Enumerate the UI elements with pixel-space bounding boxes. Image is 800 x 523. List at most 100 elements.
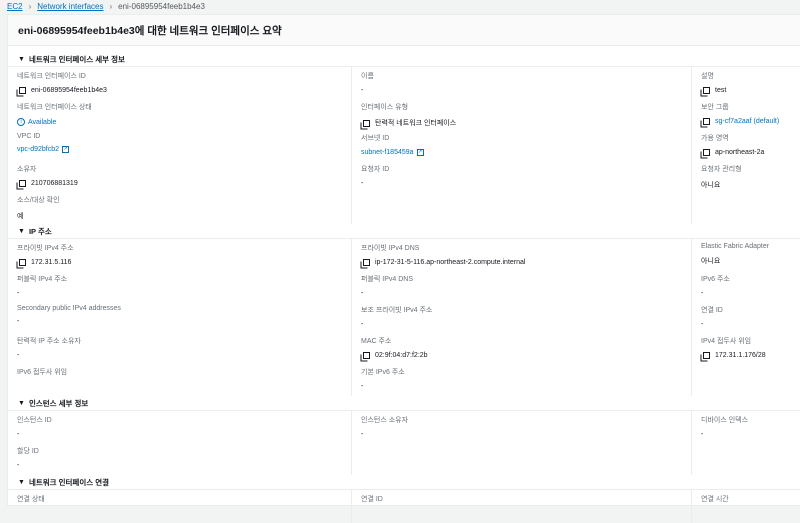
- section-header[interactable]: ▼ 네트워크 인터페이스 세부 정보: [8, 52, 800, 67]
- copy-icon[interactable]: [703, 87, 710, 94]
- field-value: ap-northeast-2a: [701, 149, 800, 156]
- field-value: 예: [17, 211, 351, 221]
- breadcrumb-ec2[interactable]: EC2: [7, 2, 23, 11]
- field-value-text: -: [361, 383, 364, 390]
- field: 보안 그룹 sg-cf7a2aaf (default): [701, 98, 800, 129]
- field: 인스턴스 ID -: [17, 411, 351, 442]
- field-label: 프라이빗 IPv4 주소: [17, 245, 74, 252]
- field-value-text: 172.31.5.116: [31, 259, 72, 266]
- field: 프라이빗 IPv4 DNS ip-172-31-5-116.ap-northeas…: [361, 239, 691, 270]
- field-column: 설명 test 보안 그룹 sg-cf7a2aaf (default) 가용 영역 ap-…: [692, 67, 800, 224]
- copy-icon[interactable]: [703, 118, 710, 125]
- field-link[interactable]: sg-cf7a2aaf (default): [715, 118, 779, 125]
- field-value-text: -: [17, 318, 20, 325]
- field-value: 210706881319: [17, 180, 351, 187]
- field-value-text: 예: [17, 213, 24, 220]
- copy-icon[interactable]: [703, 149, 710, 156]
- section-title: 인스턴스 세부 정보: [28, 398, 89, 408]
- field-value-text: eni-06895954feeb1b4e3: [31, 87, 107, 94]
- external-link-icon[interactable]: ↗: [62, 146, 70, 153]
- field-value: -: [701, 321, 800, 328]
- field-value: test: [701, 87, 800, 94]
- field-value: -: [361, 290, 691, 297]
- field-value: 172.31.5.116: [17, 259, 351, 266]
- field-value: -: [17, 318, 351, 325]
- field-value-text: 02:9f:04:d7:f2:2b: [375, 352, 428, 359]
- copy-icon[interactable]: [363, 352, 370, 359]
- field-value: subnet-f185459a ↗: [361, 149, 691, 156]
- field-label: 퍼블릭 IPv4 DNS: [361, 276, 413, 283]
- status-info-icon: i: [17, 118, 25, 126]
- field-column: 이름 - 인터페이스 유형 탄력적 네트워크 인터페이스서브넷 ID subnet-f1…: [352, 67, 692, 224]
- field: 보조 프라이빗 IPv4 주소 -: [361, 301, 691, 332]
- field: 설명 test: [701, 67, 800, 98]
- field: 연결 시간: [701, 490, 800, 521]
- field-value-text: 아니요: [701, 182, 721, 189]
- caret-down-icon[interactable]: ▼: [18, 400, 25, 407]
- field-value: 아니요: [701, 256, 800, 266]
- field-column: Elastic Fabric Adapter 아니요 IPv6 주소 - 연결 ID - I…: [692, 239, 800, 396]
- field-label: 이름: [361, 73, 374, 80]
- field: 연결 ID -: [701, 301, 800, 332]
- section-columns: 프라이빗 IPv4 주소 172.31.5.116 퍼블릭 IPv4 주소 - Seco…: [8, 239, 800, 396]
- breadcrumb-current: eni-06895954feeb1b4e3: [118, 2, 205, 11]
- field: 연결 ID: [361, 490, 691, 521]
- field-label: 서브넷 ID: [361, 135, 390, 142]
- field-column: 연결 ID: [352, 490, 692, 523]
- field: 할당 ID -: [17, 442, 351, 473]
- field-label: 보안 그룹: [701, 104, 729, 111]
- section-header[interactable]: ▼ IP 주소: [8, 224, 800, 239]
- section-header[interactable]: ▼ 네트워크 인터페이스 연결: [8, 475, 800, 490]
- field-label: 요청자 ID: [361, 166, 390, 173]
- field: 프라이빗 IPv4 주소 172.31.5.116: [17, 239, 351, 270]
- copy-icon[interactable]: [363, 119, 370, 127]
- field-link[interactable]: subnet-f185459a: [361, 149, 414, 156]
- field: 디바이스 인덱스 -: [701, 411, 800, 442]
- field-value-text: ip-172-31-5-116.ap-northeast-2.compute.i…: [375, 259, 526, 266]
- field-label: 할당 ID: [17, 448, 39, 455]
- caret-down-icon[interactable]: ▼: [18, 56, 25, 63]
- field-label: VPC ID: [17, 133, 41, 140]
- field-label: 인스턴스 ID: [17, 417, 52, 424]
- field-label: Secondary public IPv4 addresses: [17, 305, 121, 312]
- field-label: 연결 상태: [17, 496, 45, 503]
- copy-icon[interactable]: [19, 259, 26, 266]
- field-column: 인스턴스 소유자 -: [352, 411, 692, 475]
- copy-icon[interactable]: [363, 259, 370, 266]
- section-title: 네트워크 인터페이스 연결: [28, 477, 110, 487]
- caret-down-icon[interactable]: ▼: [18, 228, 25, 235]
- field-value: sg-cf7a2aaf (default): [701, 118, 800, 125]
- field-value: 아니요: [701, 180, 800, 190]
- section-title: IP 주소: [28, 226, 52, 236]
- copy-icon[interactable]: [703, 352, 710, 359]
- field-label: 소스/대상 확인: [17, 197, 60, 204]
- field: 퍼블릭 IPv4 주소 -: [17, 270, 351, 301]
- section-columns: 연결 상태 연결 ID 연결 시간: [8, 490, 800, 523]
- field-label: 보조 프라이빗 IPv4 주소: [361, 307, 433, 314]
- field-label: 퍼블릭 IPv4 주소: [17, 276, 68, 283]
- field-value: ip-172-31-5-116.ap-northeast-2.compute.i…: [361, 259, 691, 266]
- field-label: 프라이빗 IPv4 DNS: [361, 245, 420, 252]
- field-value: -: [701, 431, 800, 438]
- field-column: 디바이스 인덱스 -: [692, 411, 800, 475]
- field-value: eni-06895954feeb1b4e3: [17, 87, 351, 94]
- field-label: IPv6 접두사 위임: [17, 369, 68, 376]
- external-link-icon[interactable]: ↗: [416, 149, 424, 156]
- caret-down-icon[interactable]: ▼: [18, 479, 25, 486]
- copy-icon[interactable]: [19, 180, 26, 187]
- field: 탄력적 IP 주소 소유자 -: [17, 332, 351, 363]
- field-column: 네트워크 인터페이스 ID eni-06895954feeb1b4e3 네트워크 인…: [8, 67, 352, 224]
- field: 인터페이스 유형 탄력적 네트워크 인터페이스: [361, 98, 691, 129]
- breadcrumb-network-interfaces[interactable]: Network interfaces: [37, 2, 103, 11]
- breadcrumb: EC2 › Network interfaces › eni-06895954feeb1…: [7, 2, 205, 12]
- field-link[interactable]: vpc-d92bfcb2: [17, 146, 59, 153]
- section-columns: 네트워크 인터페이스 ID eni-06895954feeb1b4e3 네트워크 인…: [8, 67, 800, 224]
- section-header[interactable]: ▼ 인스턴스 세부 정보: [8, 396, 800, 411]
- field-label: IPv6 주소: [701, 276, 730, 283]
- field-value-text: 172.31.1.176/28: [715, 352, 766, 359]
- field: 요청자 ID -: [361, 160, 691, 191]
- field-value-text: -: [17, 290, 20, 297]
- field-value: 172.31.1.176/28: [701, 352, 800, 359]
- copy-icon[interactable]: [19, 87, 26, 94]
- field: 이름 -: [361, 67, 691, 98]
